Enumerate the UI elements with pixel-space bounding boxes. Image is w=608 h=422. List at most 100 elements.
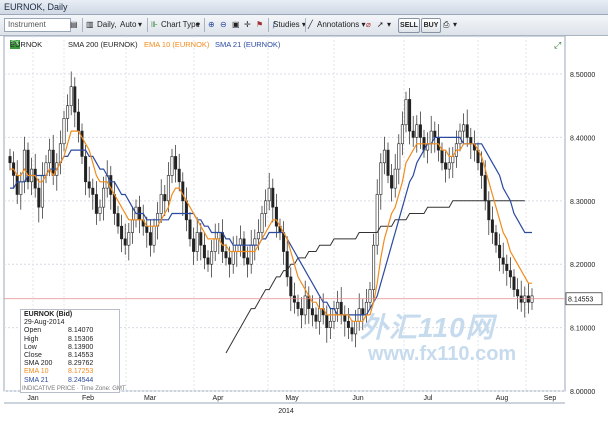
- candle-body: [300, 308, 304, 316]
- candle-body: [397, 143, 401, 170]
- candle-body: [210, 251, 214, 265]
- candle-body: [487, 200, 491, 221]
- candle-body: [296, 301, 300, 309]
- expand-icon[interactable]: ⤢: [554, 40, 561, 51]
- candle-body: [84, 156, 88, 183]
- chevron-down-icon[interactable]: ▾: [387, 18, 391, 32]
- candle-body: [188, 219, 192, 240]
- candle-body: [69, 86, 73, 107]
- info-row-label: Close: [24, 352, 42, 360]
- candle-body: [102, 187, 106, 208]
- x-tick-label: Aug: [496, 395, 509, 402]
- candle-body: [256, 232, 260, 240]
- info-row-value: 8.13900: [68, 343, 94, 351]
- candle-body: [354, 320, 358, 335]
- candle-body: [267, 187, 271, 202]
- candle-body: [339, 301, 343, 316]
- annotations-menu[interactable]: Annotations ▾: [317, 18, 366, 32]
- candle-body: [159, 194, 163, 214]
- candle-body: [76, 111, 80, 132]
- eraser-icon[interactable]: ⌀: [366, 18, 371, 32]
- chart-type-menu[interactable]: Chart Type: [161, 18, 200, 32]
- timeframe-select[interactable]: Daily,: [97, 18, 116, 32]
- candle-body: [235, 244, 239, 252]
- chevron-down-icon[interactable]: ▾: [453, 18, 457, 32]
- candle-body: [112, 194, 116, 214]
- fit-icon[interactable]: ▣: [232, 18, 240, 32]
- zoom-in-icon[interactable]: ⊕: [208, 18, 215, 32]
- candle-body: [181, 181, 185, 202]
- candle-body: [271, 187, 275, 208]
- candle-body: [123, 238, 127, 246]
- candle-body: [195, 232, 199, 252]
- chart-type-icon: ⊪: [151, 20, 158, 29]
- sma200-legend[interactable]: SMA 200 (EURNOK): [68, 40, 138, 49]
- candle-body: [116, 213, 120, 227]
- candle-body: [310, 308, 314, 316]
- candle-body: [382, 149, 386, 164]
- y-tick-label: 8.00000: [570, 389, 595, 396]
- timeframe-icon: ▥: [86, 20, 94, 29]
- candle-body: [224, 251, 228, 259]
- candle-body: [346, 320, 350, 328]
- watermark-cn: 外汇110网: [360, 312, 495, 343]
- candle-body: [33, 168, 37, 189]
- y-tick-label: 8.50000: [570, 72, 595, 79]
- info-row-label: SMA 21: [24, 376, 49, 384]
- candle-body: [260, 213, 264, 233]
- annotations-label: Annotations: [317, 20, 360, 29]
- candle-body: [447, 162, 451, 170]
- studies-label: Studies: [273, 20, 300, 29]
- chevron-down-icon[interactable]: ▾: [138, 18, 142, 32]
- info-footnote: INDICATIVE PRICE · Time Zone: GMT: [22, 386, 126, 392]
- candle-body: [350, 327, 354, 335]
- year-label: 2014: [278, 408, 294, 415]
- buy-button[interactable]: BUY: [421, 18, 441, 33]
- candle-body: [462, 124, 466, 132]
- flag-icon[interactable]: ⚑: [256, 18, 263, 32]
- candle-body: [37, 187, 41, 208]
- candle-body: [433, 130, 437, 138]
- sma21-legend[interactable]: SMA 21 (EURNOK): [215, 40, 280, 49]
- x-tick-label: Jan: [27, 395, 38, 402]
- studies-menu[interactable]: Studies ▾: [273, 18, 306, 32]
- candle-body: [465, 124, 469, 138]
- chevron-down-icon[interactable]: ▾: [196, 18, 200, 32]
- candle-body: [152, 225, 156, 246]
- instrument-list-icon[interactable]: ▤: [70, 18, 78, 32]
- candle-body: [400, 124, 404, 145]
- window-title: EURNOK, Daily: [4, 2, 68, 12]
- sell-button[interactable]: SELL: [398, 18, 420, 33]
- candle-body: [498, 244, 502, 259]
- candle-body: [94, 194, 98, 214]
- info-date: 29-Aug-2014: [24, 319, 65, 327]
- x-tick-label: Apr: [213, 395, 225, 402]
- candle-body: [174, 156, 178, 170]
- candle-body: [328, 320, 332, 328]
- print-icon[interactable]: ⎙: [443, 18, 449, 32]
- info-row-label: Low: [24, 343, 37, 351]
- info-row-value: 8.17253: [68, 368, 94, 376]
- y-tick-label: 8.10000: [570, 326, 595, 333]
- info-row-value: 8.14070: [68, 327, 94, 335]
- scale-select[interactable]: Auto: [120, 18, 136, 32]
- candle-body: [231, 251, 235, 265]
- toolbar: Instrument ▤ ▥ Daily, Auto ▾ ⊪ Chart Typ…: [0, 15, 608, 36]
- candle-body: [184, 200, 188, 221]
- info-row-label: EMA 10: [24, 368, 49, 376]
- info-row-label: High: [24, 335, 39, 343]
- candle-body: [199, 232, 203, 246]
- crosshair-icon[interactable]: ✛: [244, 18, 251, 32]
- candle-body: [408, 99, 412, 132]
- candle-body: [480, 162, 484, 176]
- candle-body: [379, 162, 383, 195]
- zoom-out-icon[interactable]: ⊖: [220, 18, 227, 32]
- candle-body: [318, 308, 322, 322]
- info-row: Open 8.14070: [24, 327, 116, 335]
- candle-body: [130, 219, 134, 233]
- instrument-input[interactable]: Instrument: [4, 18, 71, 32]
- symbol-legend[interactable]: FX EURNOK ▾: [10, 40, 42, 49]
- candle-body: [22, 149, 26, 183]
- pointer-icon[interactable]: ➚: [377, 18, 384, 32]
- ema10-legend[interactable]: EMA 10 (EURNOK): [144, 40, 209, 49]
